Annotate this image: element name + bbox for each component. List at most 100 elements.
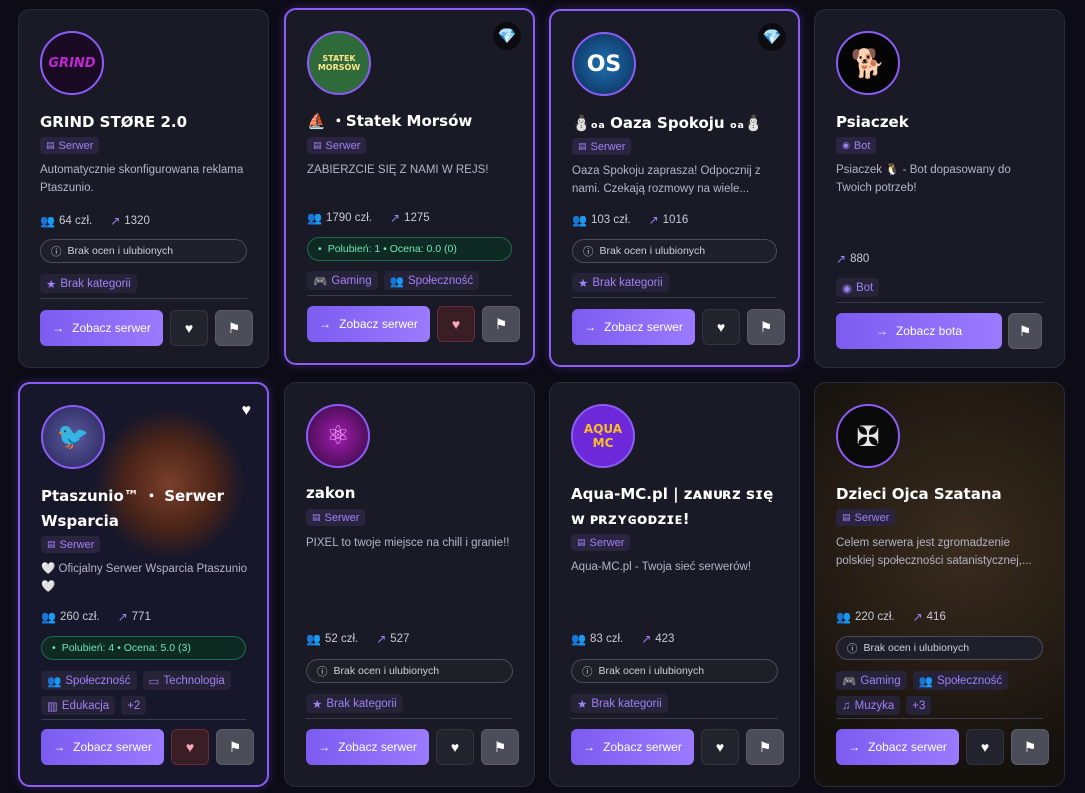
report-button[interactable]: ⚑ [1008,313,1042,349]
arrow-right-icon: → [583,740,596,754]
view-bot-button[interactable]: → Zobacz bota [836,313,1002,349]
category-tag[interactable]: 👥 Społeczność [912,671,1009,690]
type-badge: ▤ Serwer [836,509,896,526]
category-tag[interactable]: 👥 Społeczność [41,671,137,690]
server-card[interactable]: AQUA MC Aqua-MC.pl | ᴢᴀɴᴜʀᴢ ꜱɪę ᴡ ᴘʀᴢʏɢᴏ… [549,382,800,787]
like-button[interactable]: ♥ [170,310,208,346]
flag-icon: ⚑ [1023,738,1037,755]
more-categories-tag[interactable]: +3 [906,696,932,715]
arrow-right-icon: → [53,740,66,754]
server-title[interactable]: zakon [306,481,516,506]
report-button[interactable]: ⚑ [1011,729,1049,765]
view-server-button[interactable]: → Zobacz serwer [572,309,695,345]
rating-pill: ⓘ Brak ocen i ulubionych [40,239,247,263]
view-server-button[interactable]: → Zobacz serwer [571,729,694,765]
category-tag[interactable]: ▥ Edukacja [41,696,116,715]
category-tag[interactable]: ★ Brak kategorii [572,273,669,292]
type-badge: ▤ Serwer [41,536,101,553]
view-server-button[interactable]: → Zobacz serwer [307,306,430,342]
server-card[interactable]: 💎 OS ⛄ₒₐ Oaza Spokoju ₒₐ⛄ ▤ Serwer Oaza S… [549,9,800,367]
trending-icon: ↗ [110,214,121,228]
report-button[interactable]: ⚑ [216,729,254,765]
heart-icon: ♥ [980,739,990,755]
divider [40,298,247,299]
type-badge: ◉ Bot [836,137,877,154]
like-button[interactable]: ♥ [437,306,475,342]
dot-icon: • [318,243,322,255]
server-card[interactable]: ⚛ zakon ▤ Serwer PIXEL to twoje miejsce n… [284,382,535,787]
view-server-button[interactable]: → Zobacz serwer [836,729,959,765]
server-title[interactable]: ⛄ₒₐ Oaza Spokoju ₒₐ⛄ [572,111,780,136]
view-server-button[interactable]: → Zobacz serwer [306,729,429,765]
server-card[interactable]: ♥ 🐦 Ptaszunio™ ・ Serwer Wsparcia ▤ Serwer… [18,382,269,787]
server-card[interactable]: GRIND GRIND STØRE 2.0 ▤ Serwer Automatycz… [18,9,269,368]
server-avatar: GRIND [40,31,104,95]
category-list: 👥 Społeczność ▭ Technologia ▥ Edukacja +2 [41,671,249,715]
like-button[interactable]: ♥ [436,729,474,765]
server-title[interactable]: GRIND STØRE 2.0 [40,110,250,135]
more-categories-tag[interactable]: +2 [121,696,147,715]
category-list: 🎮 Gaming 👥 Społeczność ♫ Muzyka +3 [836,671,1046,715]
favorite-heart-icon: ♥ [241,402,252,419]
info-icon: ⓘ [582,665,593,678]
category-tag[interactable]: ★ Brak kategorii [571,694,668,713]
server-title[interactable]: Dzieci Ojca Szatana [836,482,1046,507]
like-button[interactable]: ♥ [701,729,739,765]
trending-icon: ↗ [641,632,652,646]
like-button[interactable]: ♥ [171,729,209,765]
members-icon: 👥 [571,632,586,646]
star-icon: ★ [577,698,588,711]
server-icon: ▤ [577,537,586,547]
members-icon: 👥 [836,610,851,624]
like-button[interactable]: ♥ [702,309,740,345]
server-icon: ▤ [578,141,587,151]
members-icon: 👥 [572,213,587,227]
category-tag[interactable]: 👥 Społeczność [383,271,480,290]
view-server-button[interactable]: → Zobacz serwer [40,310,163,346]
report-button[interactable]: ⚑ [746,729,784,765]
flag-icon: ⚑ [228,738,242,755]
server-card[interactable]: ✠ Dzieci Ojca Szatana ▤ Serwer Celem serw… [814,382,1065,787]
divider [572,297,777,298]
rating-pill: • Polubień: 1 • Ocena: 0.0 (0) [307,237,512,261]
category-list: 🎮 Gaming 👥 Społeczność [307,271,515,290]
bot-title[interactable]: Psiaczek [836,110,1046,135]
category-tag[interactable]: 🎮 Gaming [307,271,378,290]
report-button[interactable]: ⚑ [747,309,785,345]
report-button[interactable]: ⚑ [215,310,253,346]
report-button[interactable]: ⚑ [481,729,519,765]
category-tag[interactable]: 🎮 Gaming [836,671,907,690]
server-description: Automatycznie skonfigurowana reklama Pta… [40,164,244,194]
trending-icon: ↗ [376,632,387,646]
like-button[interactable]: ♥ [966,729,1004,765]
server-avatar: ✠ [836,404,900,468]
heart-icon: ♥ [716,319,726,335]
server-stats: 👥 64 czł. ↗ 1320 [40,214,150,228]
server-title[interactable]: Aqua-MC.pl | ᴢᴀɴᴜʀᴢ ꜱɪę ᴡ ᴘʀᴢʏɢᴏᴅᴢɪᴇ! [571,482,781,532]
dot-icon: • [52,642,56,654]
server-stats: 👥 83 czł. ↗ 423 [571,632,675,646]
server-avatar: AQUA MC [571,404,635,468]
server-title[interactable]: ⛵ ・Statek Morsów [307,109,515,134]
server-title[interactable]: Ptaszunio™ ・ Serwer Wsparcia [41,484,249,534]
category-tag[interactable]: ♫ Muzyka [836,696,901,715]
divider [836,302,1043,303]
gamepad-icon: 🎮 [842,675,857,688]
heart-icon: ♥ [451,316,461,332]
server-card[interactable]: 💎 STATEK MORSÓW ⛵ ・Statek Morsów ▤ Serwer… [284,8,535,365]
server-avatar: OS [572,32,636,96]
server-stats: 👥 52 czł. ↗ 527 [306,632,410,646]
server-description: Celem serwera jest zgromadzenie polskiej… [836,537,1032,567]
rating-pill: ⓘ Brak ocen i ulubionych [306,659,513,683]
flag-icon: ⚑ [493,738,507,755]
category-tag[interactable]: ◉ Bot [836,278,880,297]
report-button[interactable]: ⚑ [482,306,520,342]
bot-card[interactable]: 🐕 Psiaczek ◉ Bot Psiaczek 🐧 - Bot dopasow… [814,9,1065,368]
category-tag[interactable]: ▭ Technologia [142,671,231,690]
category-tag[interactable]: ★ Brak kategorii [306,694,403,713]
view-server-button[interactable]: → Zobacz serwer [41,729,164,765]
category-tag[interactable]: ★ Brak kategorii [40,274,137,293]
bot-avatar: 🐕 [836,31,900,95]
server-stats: 👥 103 czł. ↗ 1016 [572,213,689,227]
bot-icon: ◉ [842,140,850,150]
